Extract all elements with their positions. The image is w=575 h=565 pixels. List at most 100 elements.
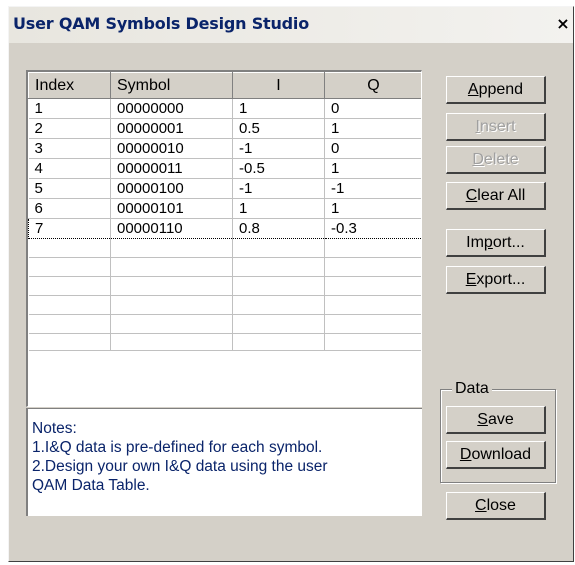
cell-q[interactable]	[324, 276, 421, 296]
cell-i[interactable]: 1	[232, 98, 325, 119]
cell-q[interactable]	[324, 314, 421, 334]
import-label-key: p	[483, 234, 493, 251]
table-row[interactable]: 1 00000000 1 0	[28, 98, 421, 119]
table-row[interactable]: 2 00000001 0.5 1	[28, 118, 421, 139]
cell-symbol[interactable]	[110, 238, 233, 258]
close-label-key: C	[475, 497, 487, 514]
empty-table-row[interactable]	[28, 276, 421, 296]
cell-i[interactable]	[232, 238, 325, 258]
empty-table-row[interactable]	[28, 314, 421, 334]
cell-q[interactable]	[324, 295, 421, 315]
cell-i[interactable]	[232, 295, 325, 315]
cell-symbol[interactable]: 00000001	[110, 118, 233, 139]
save-label-key: S	[477, 411, 488, 428]
delete-label-key: D	[472, 151, 484, 168]
table-row[interactable]: 4 00000011 -0.5 1	[28, 158, 421, 179]
close-label-post: lose	[486, 497, 516, 514]
cell-i[interactable]: 0.5	[232, 118, 325, 139]
cell-symbol[interactable]	[110, 314, 233, 334]
cell-symbol[interactable]	[110, 333, 233, 351]
cell-i[interactable]	[232, 257, 325, 277]
import-button[interactable]: Import...	[446, 229, 546, 257]
cell-symbol[interactable]: 00000000	[110, 98, 233, 119]
empty-table-row[interactable]	[28, 238, 421, 258]
notes-line-3: QAM Data Table.	[32, 477, 150, 494]
export-label-post: xport...	[476, 271, 526, 288]
cell-i[interactable]	[232, 314, 325, 334]
insert-label-post: nsert	[479, 118, 516, 135]
cell-index[interactable]	[28, 314, 111, 334]
cell-symbol[interactable]: 00000101	[110, 198, 233, 219]
close-button[interactable]: Close	[446, 492, 546, 520]
header-row: Index Symbol I Q	[28, 72, 421, 99]
cell-index[interactable]: 2	[28, 118, 111, 139]
notes-line-2: 2.Design your own I&Q data using the use…	[32, 458, 328, 475]
cell-index[interactable]	[28, 238, 111, 258]
cell-q[interactable]	[324, 257, 421, 277]
cell-i[interactable]	[232, 276, 325, 296]
qam-grid: Index Symbol I Q 1 00000000 1 0 2 00000001 0.5…	[28, 72, 421, 351]
notes-line-1: 1.I&Q data is pre-defined for each symbo…	[32, 439, 323, 456]
table-row[interactable]: 3 00000010 -1 0	[28, 138, 421, 159]
cell-index[interactable]: 4	[28, 158, 111, 179]
insert-button[interactable]: Insert	[446, 113, 546, 141]
column-header-q[interactable]: Q	[324, 72, 421, 99]
close-icon[interactable]: ×	[553, 15, 573, 33]
cell-index[interactable]: 3	[28, 138, 111, 159]
append-label-key: A	[467, 81, 479, 98]
cell-index[interactable]: 7	[28, 218, 111, 239]
append-button[interactable]: Append	[446, 76, 546, 104]
data-group-label: Data	[452, 380, 492, 398]
cell-index[interactable]	[28, 333, 111, 351]
cell-q[interactable]: 1	[324, 198, 421, 219]
empty-table-row[interactable]	[28, 295, 421, 315]
download-button[interactable]: Download	[446, 441, 546, 469]
cell-index[interactable]	[28, 257, 111, 277]
clear-all-button[interactable]: Clear All	[446, 182, 546, 210]
column-header-symbol[interactable]: Symbol	[110, 72, 233, 99]
import-label-post: ort...	[492, 234, 525, 251]
cell-symbol[interactable]: 00000110	[110, 218, 233, 239]
empty-table-row[interactable]	[28, 333, 421, 351]
cell-i[interactable]: 0.8	[232, 218, 325, 239]
title-bar[interactable]: User QAM Symbols Design Studio ×	[9, 7, 573, 43]
cell-index[interactable]: 1	[28, 98, 111, 119]
cell-index[interactable]: 5	[28, 178, 111, 199]
export-button[interactable]: Export...	[446, 266, 546, 294]
delete-label-post: elete	[483, 151, 519, 168]
cell-index[interactable]: 6	[28, 198, 111, 219]
cell-i[interactable]: -0.5	[232, 158, 325, 179]
cell-q[interactable]: 1	[324, 118, 421, 139]
save-button[interactable]: Save	[446, 406, 546, 434]
table-row[interactable]: 5 00000100 -1 -1	[28, 178, 421, 199]
delete-button[interactable]: Delete	[446, 146, 546, 174]
cell-i[interactable]: -1	[232, 178, 325, 199]
cell-i[interactable]	[232, 333, 325, 351]
import-label-pre: Im	[466, 234, 484, 251]
save-label-post: ave	[487, 411, 514, 428]
cell-index[interactable]	[28, 276, 111, 296]
cell-i[interactable]: -1	[232, 138, 325, 159]
table-row[interactable]: 6 00000101 1 1	[28, 198, 421, 219]
cell-q[interactable]: 1	[324, 158, 421, 179]
column-header-i[interactable]: I	[232, 72, 325, 99]
cell-i[interactable]: 1	[232, 198, 325, 219]
cell-q[interactable]	[324, 238, 421, 258]
cell-symbol[interactable]: 00000100	[110, 178, 233, 199]
cell-index[interactable]	[28, 295, 111, 315]
qam-data-table[interactable]: Index Symbol I Q 1 00000000 1 0 2 00000001 0.5…	[26, 70, 422, 407]
table-row[interactable]: 7 00000110 0.8 -0.3	[28, 218, 421, 239]
cell-q[interactable]: 0	[324, 138, 421, 159]
cell-symbol[interactable]: 00000011	[110, 158, 233, 179]
column-header-index[interactable]: Index	[28, 72, 111, 99]
cell-symbol[interactable]	[110, 276, 233, 296]
export-label-key: E	[465, 271, 477, 288]
cell-symbol[interactable]	[110, 295, 233, 315]
cell-symbol[interactable]: 00000010	[110, 138, 233, 159]
empty-table-row[interactable]	[28, 257, 421, 277]
cell-symbol[interactable]	[110, 257, 233, 277]
cell-q[interactable]: -1	[324, 178, 421, 199]
cell-q[interactable]: -0.3	[324, 218, 421, 239]
cell-q[interactable]	[324, 333, 421, 351]
cell-q[interactable]: 0	[324, 98, 421, 119]
